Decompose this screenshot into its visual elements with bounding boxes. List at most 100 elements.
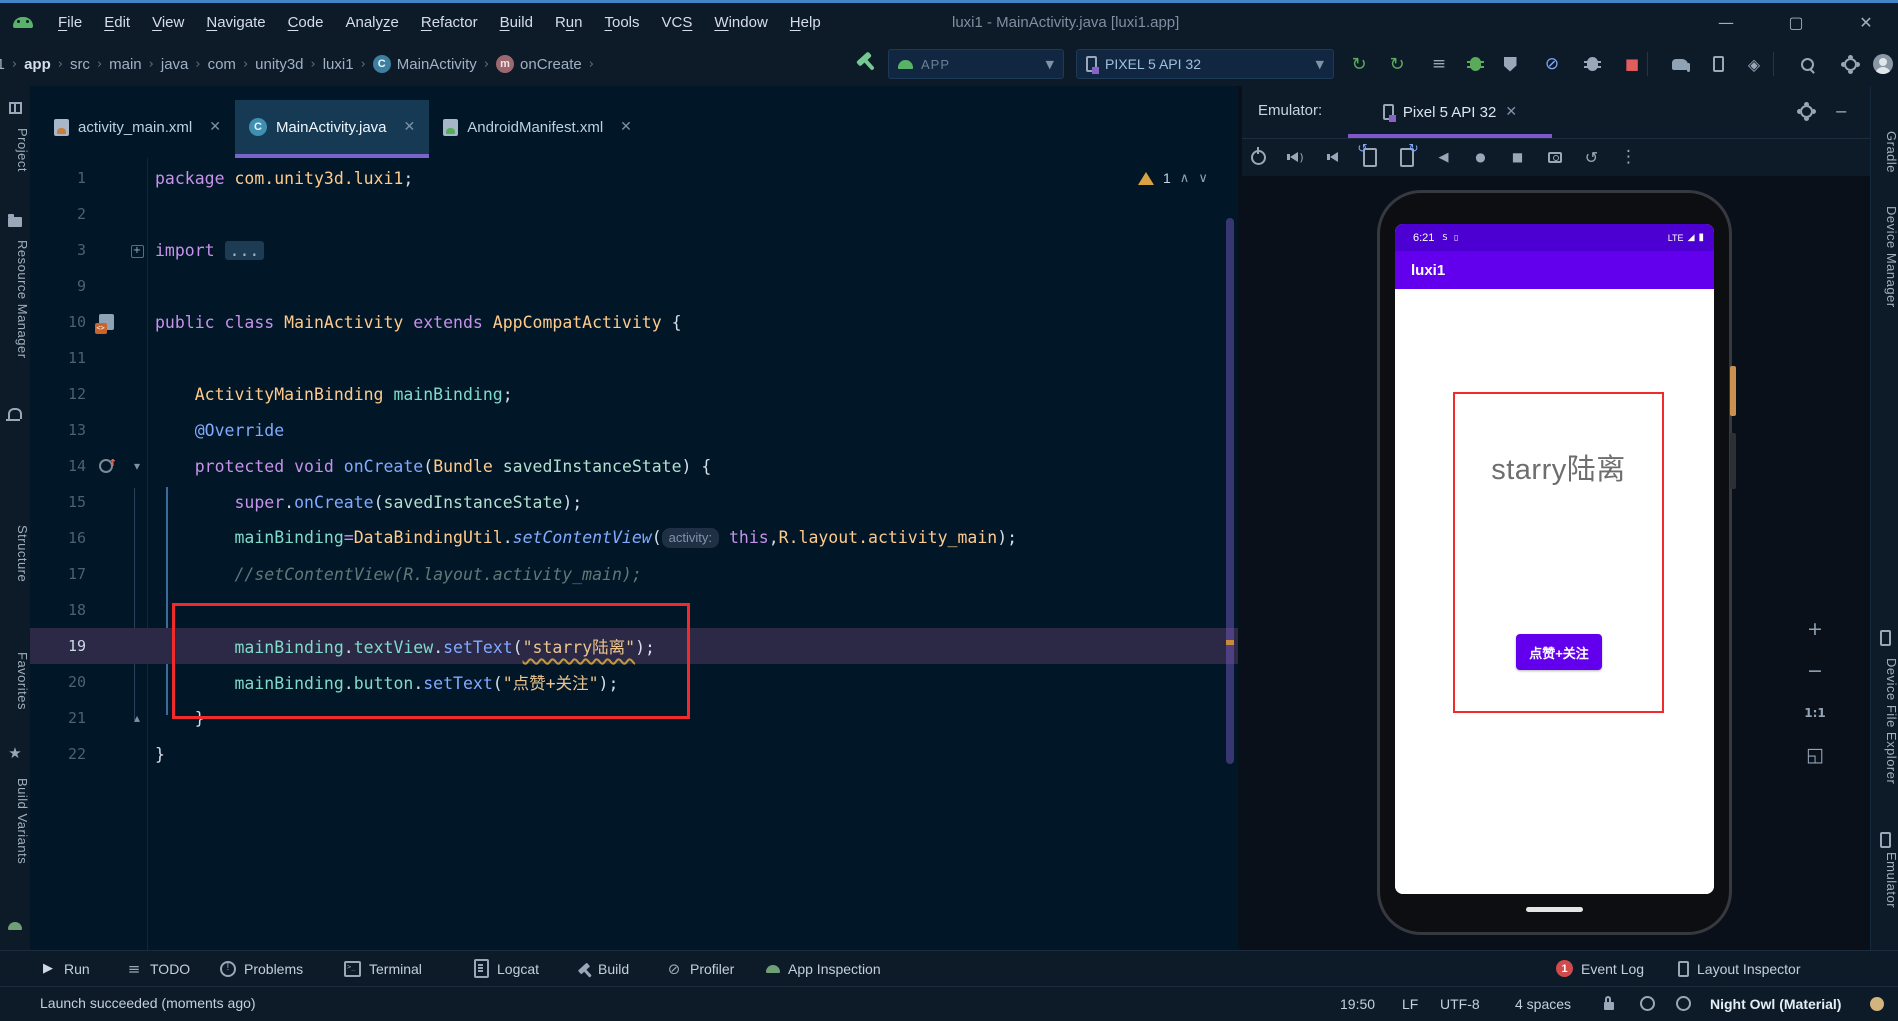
code-line-3[interactable]: 3 + import ... xyxy=(30,232,1238,268)
code-line-16[interactable]: 16 mainBinding=DataBindingUtil.setConten… xyxy=(30,520,1238,556)
breadcrumb-item-main[interactable]: main xyxy=(109,56,142,73)
file-encoding[interactable]: UTF-8 xyxy=(1440,987,1480,1020)
build-hammer-icon[interactable] xyxy=(856,51,872,67)
more-icon[interactable]: ⋮ xyxy=(1620,147,1637,167)
menu-window[interactable]: Window xyxy=(703,3,778,42)
stripe-button-favorites[interactable]: Favorites xyxy=(0,652,30,710)
resource-manager-icon[interactable] xyxy=(7,212,23,228)
menu-vcs[interactable]: VCS xyxy=(651,3,704,42)
fold-marker[interactable]: ▴ xyxy=(126,711,148,725)
menu-build[interactable]: Build xyxy=(489,3,544,42)
rotate-left-icon[interactable]: ↺ xyxy=(1358,141,1378,167)
menu-help[interactable]: Help xyxy=(779,3,832,42)
status-circle-icon-2[interactable] xyxy=(1676,987,1691,1020)
tab-androidmanifest-xml[interactable]: AndroidManifest.xml ✕ xyxy=(429,100,646,158)
tool-window-button-build[interactable]: Build xyxy=(577,951,629,986)
inspections-widget[interactable]: 1 ∧ ∨ xyxy=(1138,170,1208,186)
tab-activity_main-xml[interactable]: activity_main.xml ✕ xyxy=(40,100,235,158)
notifications-bell-icon[interactable] xyxy=(6,405,23,421)
code-line-15[interactable]: 15 super.onCreate(savedInstanceState); xyxy=(30,484,1238,520)
code-line-22[interactable]: 22} xyxy=(30,736,1238,772)
menu-refactor[interactable]: Refactor xyxy=(410,3,489,42)
breadcrumb-item-oncreate[interactable]: m onCreate xyxy=(496,55,582,73)
app-button[interactable]: 点赞+关注 xyxy=(1516,634,1602,670)
tool-window-button-app-inspection[interactable]: App Inspection xyxy=(766,951,881,986)
menu-analyze[interactable]: Analyze xyxy=(334,3,409,42)
breadcrumb-item-src[interactable]: src xyxy=(70,56,90,73)
zoom-in-button[interactable]: + xyxy=(1802,616,1828,642)
close-button[interactable]: ✕ xyxy=(1846,3,1886,43)
menu-run[interactable]: Run xyxy=(544,3,594,42)
tool-window-button-layout-inspector[interactable]: Layout Inspector xyxy=(1678,951,1801,986)
readonly-lock-icon[interactable] xyxy=(1604,987,1614,1020)
menu-code[interactable]: Code xyxy=(277,3,335,42)
fold-expand-icon[interactable]: + xyxy=(130,245,144,258)
stripe-button-resource-manager[interactable]: Resource Manager xyxy=(0,240,30,359)
search-everywhere-icon[interactable] xyxy=(1795,52,1819,76)
theme-color-dot[interactable] xyxy=(1870,987,1884,1020)
tool-window-button-problems[interactable]: Problems xyxy=(220,951,303,986)
theme-name[interactable]: Night Owl (Material) xyxy=(1710,987,1841,1020)
apply-code-changes-icon[interactable]: ≡ xyxy=(1427,52,1451,76)
code-line-13[interactable]: 13 @Override xyxy=(30,412,1238,448)
project-view-icon[interactable] xyxy=(7,100,23,116)
caret-position[interactable]: 19:50 xyxy=(1340,987,1375,1020)
stripe-button-device-file-explorer[interactable]: Device File Explorer xyxy=(1871,658,1898,784)
status-circle-icon-1[interactable] xyxy=(1640,987,1655,1020)
related-layout-icon[interactable] xyxy=(94,314,114,334)
code-line-10[interactable]: 10 public class MainActivity extends AppC… xyxy=(30,304,1238,340)
fit-screen-button[interactable]: ◱ xyxy=(1802,742,1828,768)
snapshots-icon[interactable]: ↺ xyxy=(1583,147,1600,167)
code-line-9[interactable]: 9 xyxy=(30,268,1238,304)
code-editor[interactable]: 1 package com.unity3d.luxi1; 2 3 + import ...… xyxy=(30,158,1238,950)
tool-window-button-profiler[interactable]: ⊘ Profiler xyxy=(666,951,735,986)
phone-screen[interactable]: 6:21 S ▯ LTE ◢ ▮ luxi1 starry陆离 点赞+关注 xyxy=(1395,224,1714,894)
next-warning-icon[interactable]: ∨ xyxy=(1198,171,1208,186)
breadcrumb-item-unity3d[interactable]: unity3d xyxy=(255,56,303,73)
indent-setting[interactable]: 4 spaces xyxy=(1515,987,1571,1020)
tool-window-button-todo[interactable]: ≡ TODO xyxy=(126,951,191,986)
sync-gradle-icon[interactable] xyxy=(1668,52,1692,76)
stripe-button-device-manager[interactable]: Device Manager xyxy=(1871,206,1898,308)
code-line-1[interactable]: 1 package com.unity3d.luxi1; xyxy=(30,160,1238,196)
code-line-11[interactable]: 11 xyxy=(30,340,1238,376)
tool-window-button-event-log[interactable]: 1 Event Log xyxy=(1556,951,1644,986)
favorites-star-icon[interactable]: ★ xyxy=(7,744,23,762)
rerun-icon[interactable]: ↻ xyxy=(1347,52,1371,76)
device-select[interactable]: PIXEL 5 API 32 ▼ xyxy=(1076,49,1334,79)
breadcrumb-item-com[interactable]: com xyxy=(208,56,236,73)
avd-manager-icon[interactable]: ◈ xyxy=(1742,52,1766,76)
close-tab-icon[interactable]: ✕ xyxy=(404,119,416,135)
stripe-button-project[interactable]: Project xyxy=(0,128,30,172)
prev-warning-icon[interactable]: ∧ xyxy=(1180,171,1190,186)
editor-scrollbar[interactable] xyxy=(1226,218,1234,764)
android-robot-icon[interactable] xyxy=(7,918,23,934)
zoom-reset-button[interactable]: 1:1 xyxy=(1802,700,1828,726)
emulator-settings-gear-icon[interactable] xyxy=(1799,104,1813,118)
fold-marker[interactable]: + xyxy=(126,242,148,258)
power-icon[interactable] xyxy=(1250,146,1267,167)
emulator-device-tab[interactable]: Pixel 5 API 32 ✕ xyxy=(1348,86,1552,138)
menu-view[interactable]: View xyxy=(141,3,195,42)
apply-changes-icon[interactable]: ↻ xyxy=(1385,52,1409,76)
stripe-button-emulator[interactable]: Emulator xyxy=(1871,852,1898,908)
folded-imports[interactable]: ... xyxy=(224,240,265,260)
device-file-explorer-icon[interactable] xyxy=(1877,630,1893,646)
emulator-strip-icon[interactable] xyxy=(1877,832,1893,848)
run-configuration-select[interactable]: APP ▼ xyxy=(888,49,1064,79)
maximize-button[interactable]: ▢ xyxy=(1776,3,1816,43)
code-line-14[interactable]: 14 ▾ protected void onCreate(Bundle saved… xyxy=(30,448,1238,484)
breadcrumb-item-java[interactable]: java xyxy=(161,56,189,73)
rotate-right-icon[interactable]: ↻ xyxy=(1398,141,1419,167)
volume-down-icon[interactable] xyxy=(1324,147,1341,167)
menu-edit[interactable]: Edit xyxy=(93,3,141,42)
fold-marker[interactable]: ▾ xyxy=(126,459,148,473)
overrides-method-icon[interactable] xyxy=(99,455,117,473)
close-tab-icon[interactable]: ✕ xyxy=(620,119,632,135)
tool-window-button-logcat[interactable]: Logcat xyxy=(474,951,539,986)
back-icon[interactable]: ◀ xyxy=(1435,147,1452,167)
close-icon[interactable]: ✕ xyxy=(1505,104,1517,120)
user-avatar-icon[interactable] xyxy=(1871,52,1895,76)
close-tab-icon[interactable]: ✕ xyxy=(209,119,221,135)
overview-icon[interactable]: ■ xyxy=(1509,147,1526,167)
